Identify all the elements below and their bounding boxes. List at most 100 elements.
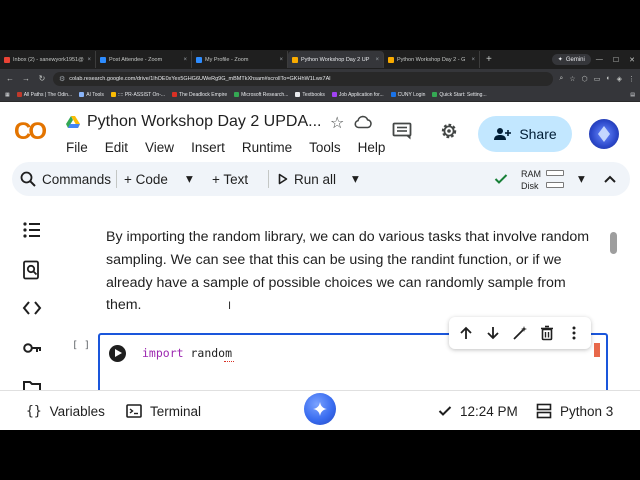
play-outline-icon (278, 173, 288, 185)
menu-tools[interactable]: Tools (309, 140, 341, 155)
ram-meter (546, 170, 564, 176)
bookmark-item[interactable]: The Deadlock Empire (172, 92, 227, 98)
check-icon (494, 174, 508, 184)
bookmark-item[interactable]: :::: PR-ASSIST On-... (110, 92, 165, 98)
code-line[interactable]: import random (142, 346, 232, 360)
run-all-dropdown[interactable]: ▾ (352, 162, 359, 196)
resource-monitor[interactable]: RAM Disk (521, 168, 541, 192)
bookmark-item[interactable]: Job Application for... (331, 92, 384, 98)
bookmark-item[interactable]: Textbooks (295, 92, 325, 98)
secrets-key-icon[interactable] (22, 338, 42, 358)
bookmark-label: CUNY Login (397, 91, 426, 98)
move-down-icon[interactable] (485, 325, 501, 341)
zoom-lens-icon[interactable]: ⌕ (559, 75, 563, 83)
bookmark-item[interactable]: AI Tools (79, 92, 104, 98)
table-of-contents-icon[interactable] (22, 220, 42, 240)
add-code-dropdown[interactable]: ▾ (186, 162, 193, 196)
ai-edit-wand-icon[interactable] (512, 325, 528, 341)
menu-view[interactable]: View (145, 140, 174, 155)
close-tab-icon[interactable]: × (183, 57, 187, 63)
more-options-icon[interactable] (566, 325, 582, 341)
add-text-label: + Text (212, 171, 249, 187)
new-tab-button[interactable]: + (480, 54, 498, 65)
gemini-fab-button[interactable] (304, 393, 336, 425)
colab-icon (292, 56, 298, 63)
menu-runtime[interactable]: Runtime (242, 140, 292, 155)
check-icon (438, 406, 452, 416)
run-all-button[interactable]: Run all (278, 162, 336, 196)
bookmark-folder-icon[interactable]: ▤ (630, 92, 635, 98)
close-tab-icon[interactable]: × (375, 57, 379, 63)
share-button[interactable]: Share (478, 116, 572, 152)
apps-grid-icon[interactable]: ▦ (5, 92, 10, 98)
bookmark-item[interactable]: Microsoft Research... (234, 92, 288, 98)
comment-icon[interactable] (392, 122, 412, 140)
star-bookmark-icon[interactable]: ☆ (569, 75, 575, 83)
minimize-icon[interactable]: — (591, 56, 608, 63)
google-drive-icon[interactable] (66, 116, 80, 128)
shield-icon[interactable]: ◈ (617, 75, 622, 83)
bookmark-favicon (432, 92, 438, 97)
back-icon[interactable]: ← (5, 74, 15, 83)
close-tab-icon[interactable]: × (471, 57, 475, 63)
browser-tab-colab-2[interactable]: Python Workshop Day 2 - G × (384, 51, 480, 68)
bookmark-item[interactable]: All Paths | The Odin... (16, 92, 72, 98)
close-tab-icon[interactable]: × (279, 57, 283, 63)
colab-header: CO Python Workshop Day 2 UPDA... ☆ File … (0, 102, 640, 160)
settings-gear-icon[interactable] (439, 121, 459, 141)
browser-tab-zoom-profile[interactable]: My Profile - Zoom × (192, 51, 288, 68)
colab-logo[interactable]: CO (14, 118, 47, 146)
caret-down-icon: ▾ (186, 171, 193, 186)
menu-file[interactable]: File (66, 140, 88, 155)
reload-icon[interactable]: ↻ (37, 74, 47, 83)
maximize-icon[interactable]: ☐ (608, 56, 624, 64)
variables-button[interactable]: {} Variables (26, 391, 105, 431)
terminal-button[interactable]: Terminal (126, 391, 201, 431)
find-replace-icon[interactable] (22, 260, 42, 280)
browser-tab-zoom-attendee[interactable]: Post Attendee - Zoom × (96, 51, 192, 68)
menu-insert[interactable]: Insert (191, 140, 225, 155)
user-avatar[interactable] (589, 119, 619, 149)
site-info-icon[interactable]: ⚙ (59, 75, 65, 83)
move-up-icon[interactable] (458, 325, 474, 341)
status-bar: {} Variables Terminal 12:24 PM Python 3 (0, 390, 640, 430)
collapse-toolbar[interactable] (604, 162, 616, 196)
disk-label: Disk (521, 181, 539, 191)
extension-icon[interactable]: ⬡ (582, 75, 588, 83)
browser-tab-inbox[interactable]: Inbox (2) - sanewyork1951@ × (0, 51, 96, 68)
browser-tab-colab-active[interactable]: Python Workshop Day 2 UP × (288, 51, 384, 68)
runtime-dropdown[interactable]: ▾ (578, 162, 585, 196)
forward-icon[interactable]: → (21, 74, 31, 83)
notebook-title[interactable]: Python Workshop Day 2 UPDA... (87, 113, 321, 131)
bookmark-label: Quick Start: Setting... (439, 91, 487, 98)
bookmark-item[interactable]: CUNY Login (390, 91, 426, 98)
code-snippets-icon[interactable] (22, 298, 42, 318)
cell-execution-count: [ ] (72, 340, 91, 351)
close-window-icon[interactable]: ✕ (624, 56, 640, 64)
text-cell[interactable]: By importing the random library, we can … (106, 226, 601, 317)
cast-icon[interactable]: ▭ (594, 75, 601, 83)
run-cell-button[interactable] (109, 345, 126, 362)
terminal-icon (126, 404, 142, 418)
browser-tab-strip: Inbox (2) - sanewyork1951@ × Post Attend… (0, 50, 640, 69)
runtime-info[interactable]: Python 3 (536, 391, 613, 431)
delete-trash-icon[interactable] (539, 325, 555, 341)
gemini-button[interactable]: ✦ Gemini (551, 54, 591, 65)
add-code-button[interactable]: + Code (124, 162, 168, 196)
cloud-saved-icon[interactable] (354, 115, 372, 129)
menu-help[interactable]: Help (358, 140, 386, 155)
add-text-button[interactable]: + Text (212, 162, 248, 196)
more-menu-icon[interactable]: ⋮ (628, 75, 635, 83)
commands-button[interactable]: Commands (20, 162, 111, 196)
zoom-icon (100, 56, 106, 63)
caret-down-icon: ▾ (352, 171, 359, 186)
close-tab-icon[interactable]: × (87, 57, 91, 63)
runtime-label: Python 3 (560, 403, 614, 419)
execution-status[interactable]: 12:24 PM (438, 391, 518, 431)
url-input[interactable]: ⚙ colab.research.google.com/drive/1lhOE0… (53, 71, 554, 86)
profile-icon[interactable]: ◐ (606, 75, 610, 82)
bookmark-item[interactable]: Quick Start: Setting... (432, 91, 487, 98)
scrollbar-thumb[interactable] (610, 232, 617, 254)
star-icon[interactable]: ☆ (330, 113, 344, 133)
menu-edit[interactable]: Edit (105, 140, 128, 155)
